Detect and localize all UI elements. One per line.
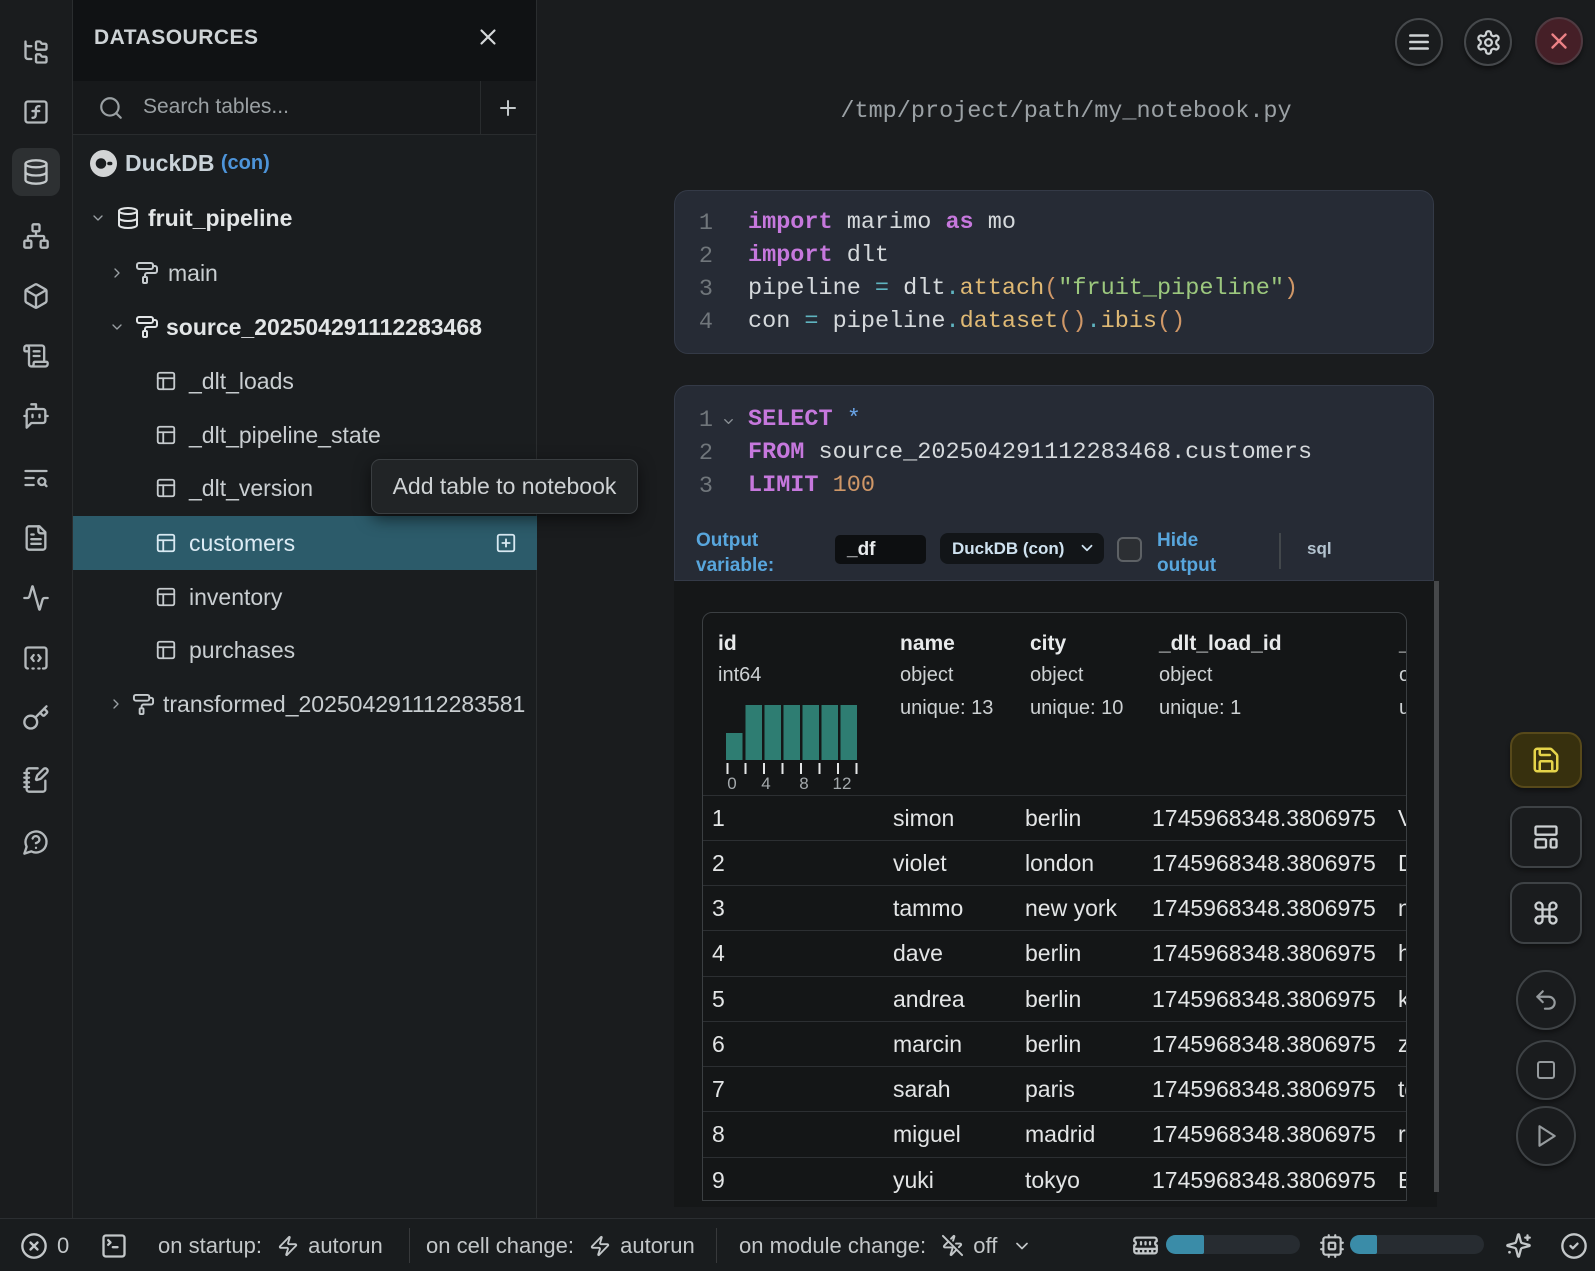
svg-text:12: 12 (833, 774, 852, 793)
svg-text:8: 8 (799, 774, 808, 793)
svg-text:0: 0 (727, 774, 736, 793)
svg-text:4: 4 (761, 774, 770, 793)
